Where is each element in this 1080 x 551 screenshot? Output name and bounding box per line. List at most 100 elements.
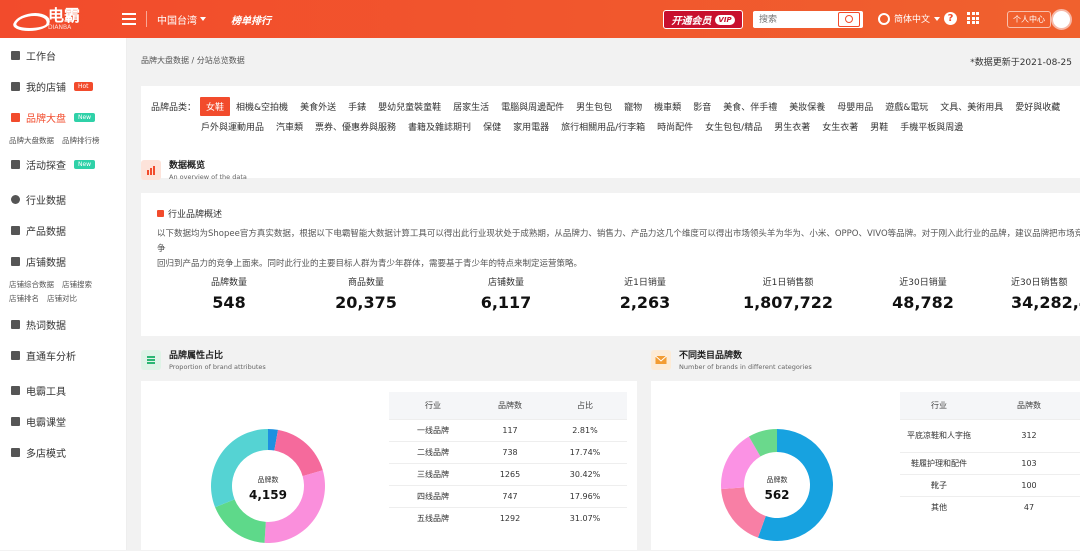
category-item-active[interactable]: 女鞋: [200, 97, 231, 116]
vip-button[interactable]: 开通会员 VIP: [663, 10, 743, 29]
section-title: 品牌属性占比: [169, 351, 224, 361]
sidebar-item-industry[interactable]: 行业数据: [0, 184, 126, 215]
menu-toggle-icon[interactable]: [122, 13, 136, 25]
category-item[interactable]: 相機&空拍機: [230, 100, 294, 113]
help-icon[interactable]: ?: [944, 12, 957, 25]
category-item[interactable]: 時尚配件: [651, 120, 699, 133]
category-item[interactable]: 愛好與收藏: [1009, 100, 1066, 113]
category-item[interactable]: 嬰幼兒童裝童鞋: [372, 100, 447, 113]
table-cell: 靴子: [900, 473, 978, 496]
sidebar-item-multi-shop[interactable]: 多店模式: [0, 437, 126, 468]
category-item[interactable]: 家用電器: [507, 120, 555, 133]
category-item[interactable]: 書籍及雜誌期刊: [402, 120, 477, 133]
table-cell: 平底凉鞋和人字拖: [900, 418, 978, 452]
table-header: 占比: [543, 392, 627, 419]
bar-chart-icon: [141, 159, 161, 180]
section-subtitle: Proportion of brand attributes: [169, 363, 266, 371]
subnav-shop-compare[interactable]: 店铺对比: [47, 293, 77, 304]
sidebar-item-brand[interactable]: 品牌大盘 New: [0, 102, 126, 133]
overview-header: 数据概览 An overview of the data: [141, 158, 247, 181]
sidebar-item-tools[interactable]: 电霸工具: [0, 375, 126, 406]
stat-products: 商品数量 20,375: [321, 275, 411, 312]
sidebar-item-product[interactable]: 产品数据: [0, 215, 126, 246]
category-row-1: 品牌品类： 女鞋 相機&空拍機 美食外送 手錶 嬰幼兒童裝童鞋 居家生活 電腦與…: [151, 97, 1066, 116]
sidebar-item-label: 热词数据: [26, 321, 66, 332]
stat-month-revenue: 近30日销售额 34,282,4: [1011, 275, 1080, 312]
stat-brands: 品牌数量 548: [189, 275, 269, 312]
table-header: 品牌数: [477, 392, 544, 419]
sidebar-item-classroom[interactable]: 电霸课堂: [0, 406, 126, 437]
donut-center: 品牌数 4,159: [228, 475, 308, 502]
category-item[interactable]: 男鞋: [864, 120, 894, 133]
table-row: 鞋履护理和配件 103: [900, 451, 1080, 474]
stat-day-sales: 近1日销量 2,263: [605, 275, 685, 312]
overview-card-title-text: 行业品牌概述: [168, 210, 223, 220]
book-icon: [11, 417, 20, 426]
search-icon[interactable]: [838, 12, 860, 27]
sidebar-item-shop-data[interactable]: 店铺数据: [0, 246, 126, 277]
subnav-shop-search[interactable]: 店铺搜索: [62, 279, 92, 290]
breadcrumb: 品牌大盘数据 / 分站总览数据: [141, 56, 245, 65]
subnav-brand-data[interactable]: 品牌大盘数据: [9, 135, 54, 146]
avatar[interactable]: [1051, 9, 1072, 30]
sidebar-item-hotwords[interactable]: 热词数据: [0, 309, 126, 340]
category-item[interactable]: 女生包包/精品: [699, 120, 768, 133]
sidebar-item-my-shop[interactable]: 我的店铺 Hot: [0, 71, 126, 102]
category-item[interactable]: 機車類: [648, 100, 687, 113]
attr-header: 品牌属性占比 Proportion of brand attributes: [141, 348, 266, 371]
category-item[interactable]: 美食外送: [294, 100, 342, 113]
category-item[interactable]: 手錶: [342, 100, 372, 113]
attr-slice-1[interactable]: [274, 429, 323, 477]
attr-panel: 品牌数 4,159 行业 品牌数 占比 一线品牌 117 2.81% 二线品牌 738…: [141, 381, 637, 550]
table-cell: 30.42%: [543, 462, 627, 485]
category-item[interactable]: 美妝保養: [783, 100, 831, 113]
donut-center-value: 4,159: [249, 488, 287, 502]
category-item[interactable]: 遊戲&電玩: [879, 100, 934, 113]
search-input[interactable]: [753, 12, 838, 27]
sidebar-item-label: 活动探查: [26, 161, 66, 172]
category-item[interactable]: 影音: [687, 100, 717, 113]
subnav-brand-rank[interactable]: 品牌排行榜: [62, 135, 100, 146]
category-item[interactable]: 男生包包: [570, 100, 618, 113]
store-icon: [11, 257, 20, 266]
category-item[interactable]: 戶外與運動用品: [195, 120, 270, 133]
category-item[interactable]: 居家生活: [447, 100, 495, 113]
category-item[interactable]: 汽車類: [270, 120, 309, 133]
category-item[interactable]: 美食、伴手禮: [717, 100, 783, 113]
profile-button[interactable]: 个人中心: [1007, 11, 1051, 28]
new-badge: New: [74, 160, 96, 169]
list-icon: [141, 349, 161, 370]
vip-badge: VIP: [715, 14, 735, 25]
category-item[interactable]: 手機平板與周邊: [894, 120, 969, 133]
category-item[interactable]: 票券、優惠券與服務: [309, 120, 402, 133]
category-item[interactable]: 女生衣著: [816, 120, 864, 133]
table-cell: 31.07%: [543, 506, 627, 529]
subnav-shop-rank[interactable]: 店铺排名: [9, 293, 39, 304]
rank-link[interactable]: 榜单排行: [231, 12, 271, 27]
attr-slice-3[interactable]: [215, 499, 266, 543]
category-item[interactable]: 保健: [477, 120, 507, 133]
sidebar-item-ads[interactable]: 直通车分析: [0, 340, 126, 371]
stat-shops: 店铺数量 6,117: [466, 275, 546, 312]
category-item[interactable]: 文具、美術用具: [934, 100, 1009, 113]
category-row-2: 戶外與運動用品 汽車類 票券、優惠券與服務 書籍及雜誌期刊 保健 家用電器 旅行…: [195, 120, 969, 133]
sidebar-item-workbench[interactable]: 工作台: [0, 40, 126, 71]
shop-icon: [11, 82, 20, 91]
table-cell: 17.96%: [543, 484, 627, 507]
logo[interactable]: 电霸 DIANBA: [12, 7, 107, 31]
table-row: 二线品牌 738 17.74%: [389, 440, 627, 463]
category-item[interactable]: 旅行相關用品/行李箱: [555, 120, 651, 133]
category-item[interactable]: 母嬰用品: [831, 100, 879, 113]
region-selector[interactable]: 中国台湾: [157, 12, 206, 27]
sidebar-item-activity[interactable]: 活动探查 New: [0, 149, 126, 180]
table-row: 三线品牌 1265 30.42%: [389, 462, 627, 485]
apps-grid-icon[interactable]: [967, 12, 979, 24]
subnav-shop-overall[interactable]: 店铺综合数据: [9, 279, 54, 290]
category-item[interactable]: 寵物: [618, 100, 648, 113]
main-content: 品牌大盘数据 / 分站总览数据 *数据更新于2021-08-25 品牌品类： 女…: [127, 38, 1080, 550]
language-selector[interactable]: 简体中文: [878, 12, 941, 25]
sidebar-item-label: 多店模式: [26, 449, 66, 460]
stat-value: 34,282,4: [1011, 293, 1080, 312]
category-item[interactable]: 男生衣著: [768, 120, 816, 133]
category-item[interactable]: 電腦與周邊配件: [495, 100, 570, 113]
